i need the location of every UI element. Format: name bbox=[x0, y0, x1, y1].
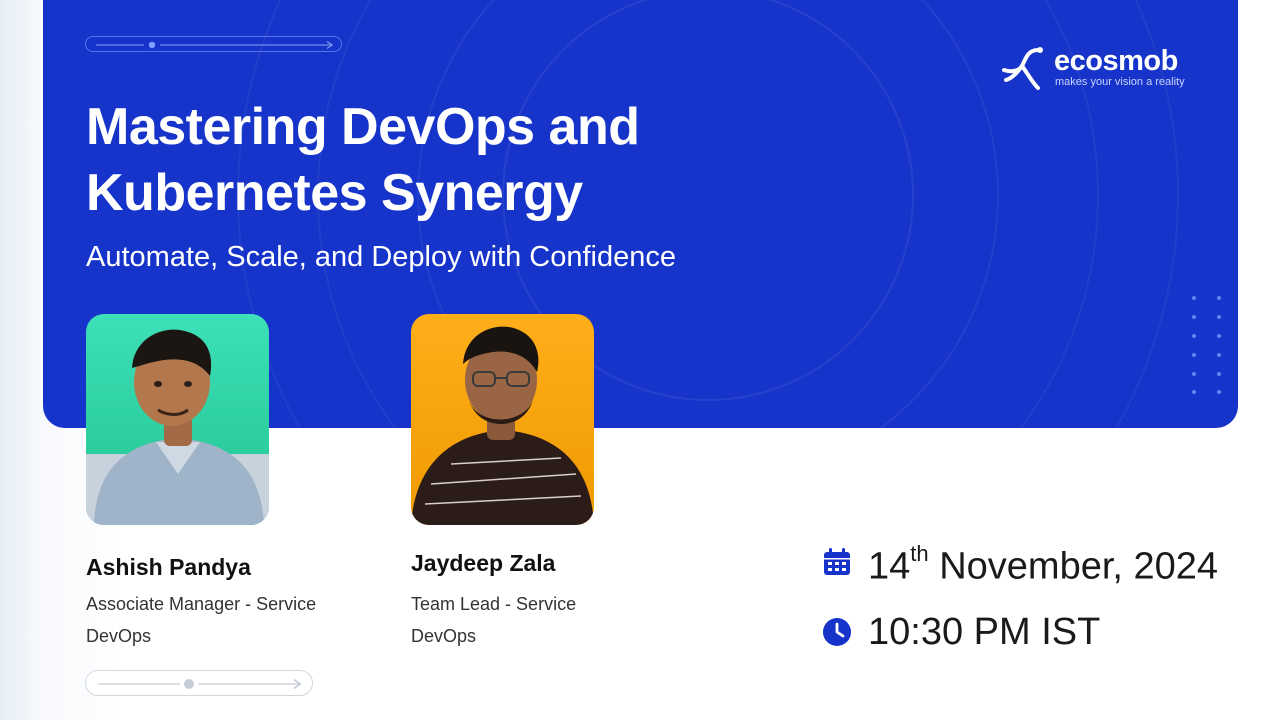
date-suffix: th bbox=[910, 541, 929, 566]
brand-name: ecosmob bbox=[1054, 45, 1178, 77]
speaker-role-ashish: Associate Manager - Service DevOps bbox=[86, 594, 317, 646]
speaker-photo-ashish bbox=[86, 314, 269, 525]
event-date-text: 14th November, 2024 bbox=[868, 536, 1218, 589]
speaker-photo-jaydeep bbox=[411, 314, 594, 525]
ecosmob-logo: ecosmob makes your vision a reality bbox=[998, 44, 1198, 96]
calendar-icon bbox=[824, 548, 850, 576]
page-title: Mastering DevOps and Kubernetes Synergy bbox=[86, 98, 640, 222]
speaker-name-ashish: Ashish Pandya bbox=[86, 554, 251, 580]
brand-tagline: makes your vision a reality bbox=[1055, 76, 1185, 88]
event-time: 10:30 PM IST bbox=[822, 610, 1100, 654]
clock-icon bbox=[823, 618, 851, 646]
event-time-text: 10:30 PM IST bbox=[868, 611, 1101, 653]
dot-grid-decoration bbox=[1192, 296, 1221, 394]
top-slider-decoration bbox=[85, 36, 342, 52]
date-day: 14 bbox=[868, 545, 911, 588]
event-date: 14th November, 2024 bbox=[822, 536, 1218, 589]
ecosmob-logo-icon bbox=[1002, 47, 1043, 90]
bottom-slider-decoration bbox=[85, 670, 313, 696]
speaker-role-jaydeep: Team Lead - Service DevOps bbox=[411, 594, 577, 646]
speaker-name-jaydeep: Jaydeep Zala bbox=[411, 550, 556, 576]
page-subtitle: Automate, Scale, and Deploy with Confide… bbox=[86, 241, 677, 273]
date-month-year: November, 2024 bbox=[928, 545, 1219, 588]
